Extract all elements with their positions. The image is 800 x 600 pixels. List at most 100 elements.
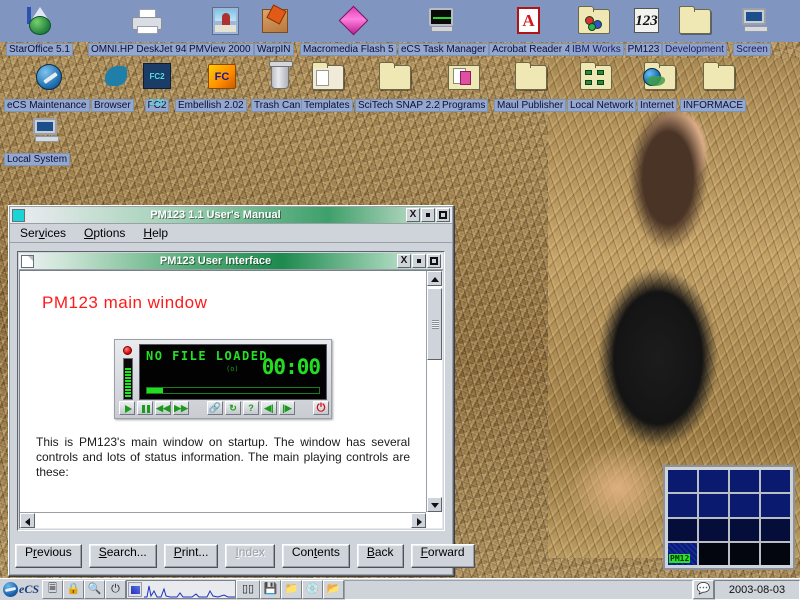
pager-grid: PM12 <box>668 470 790 565</box>
document-window-titlebar[interactable]: PM123 User Interface X <box>19 253 443 270</box>
pager-cell[interactable] <box>730 542 759 565</box>
desktop-icon-templates[interactable]: Templates <box>301 60 353 113</box>
shutdown-icon[interactable]: ⏻ <box>105 580 127 599</box>
pager-cell[interactable] <box>761 494 790 517</box>
pager-cell[interactable] <box>668 518 697 541</box>
vertical-scrollbar[interactable] <box>426 271 442 512</box>
system-menu-icon[interactable] <box>12 208 25 222</box>
shuffle-button[interactable]: ? <box>243 400 259 415</box>
previous-button[interactable]: Previous <box>15 544 82 568</box>
minimize-button[interactable] <box>412 254 426 268</box>
pager-cell[interactable] <box>730 518 759 541</box>
help-window[interactable]: PM123 1.1 User's Manual X Services Optio… <box>8 205 475 576</box>
ecs-start-button[interactable]: eCS <box>0 580 42 600</box>
scroll-left-button[interactable] <box>20 513 35 528</box>
close-button[interactable]: X <box>397 254 411 268</box>
desktop-icon-maul-publisher[interactable]: Maul Publisher <box>494 60 567 113</box>
contents-button[interactable]: Contents <box>281 544 350 568</box>
desktop-icon-ecs-maintenance[interactable]: eCS Maintenance <box>4 60 90 113</box>
desktop-icon-acrobat-reader[interactable]: Acrobat Reader 4 <box>489 4 574 57</box>
virtual-desktop-pager[interactable]: PM12 <box>663 465 795 570</box>
folder-icon <box>311 60 345 94</box>
net-drive-icon[interactable]: 📂 <box>323 580 345 599</box>
rewind-button[interactable]: ◀◀ <box>155 400 171 415</box>
desktop-icon-pmview[interactable]: PMView 2000 <box>186 4 254 57</box>
desktop-icon-pm123[interactable]: 123 PM123 <box>624 4 663 57</box>
next-track-button[interactable]: |▶ <box>279 400 295 415</box>
pager-cell[interactable] <box>668 470 697 493</box>
document-window[interactable]: PM123 User Interface X PM123 main window <box>17 251 445 531</box>
desktop-icon-staroffice[interactable]: StarOffice 5.1 <box>6 4 73 57</box>
minimize-button[interactable] <box>421 208 435 222</box>
vertical-scroll-thumb[interactable] <box>427 288 442 360</box>
window-list-icon[interactable]: 🗏 <box>42 580 64 599</box>
desktop-icon-macromedia-flash[interactable]: Macromedia Flash 5 <box>300 4 397 57</box>
desktop-icon-ibm-works[interactable]: IBM Works <box>569 4 624 57</box>
scroll-down-button[interactable] <box>427 497 442 512</box>
play-button[interactable] <box>119 400 135 415</box>
menu-item-options[interactable]: Options <box>84 226 125 240</box>
desktop-icon-internet[interactable]: Internet <box>637 60 677 113</box>
desktop-icon-embellish[interactable]: FC Embellish 2.02 <box>175 60 247 113</box>
back-button[interactable]: Back <box>356 544 404 568</box>
desktop-icon-local-network[interactable]: Local Network <box>567 60 637 113</box>
scroll-right-button[interactable] <box>411 513 426 528</box>
taskbar-clock[interactable]: 2003-08-03 <box>714 579 800 600</box>
search-button[interactable]: Search... <box>88 544 157 568</box>
pager-cell[interactable] <box>699 542 728 565</box>
pager-cell[interactable] <box>761 542 790 565</box>
desktop-icon-scitech-snap[interactable]: SciTech SNAP 2.2 <box>355 60 443 113</box>
desktop-icon-label: Browser <box>91 99 134 112</box>
playlist-button[interactable]: 🔗 <box>207 400 223 415</box>
pause-button[interactable] <box>137 400 153 415</box>
desktop-icon-local-system[interactable]: Local System <box>4 114 71 167</box>
lock-icon[interactable]: 🔒 <box>63 580 85 599</box>
horizontal-scrollbar[interactable] <box>20 512 426 528</box>
desktop-icon-informace[interactable]: INFORMACE <box>680 60 746 113</box>
desktop-icon-programs[interactable]: Programs <box>439 60 489 113</box>
previous-track-button[interactable]: ◀| <box>261 400 277 415</box>
keyboard-layout-icon[interactable]: ▯▯ <box>236 580 261 599</box>
forward-button[interactable]: Forward <box>410 544 475 568</box>
horizontal-scroll-track[interactable] <box>35 513 411 528</box>
desktop-icon-browser[interactable]: Browser <box>91 60 134 113</box>
pager-cell[interactable] <box>761 518 790 541</box>
taskbar-window-area[interactable] <box>344 579 693 600</box>
pager-cell[interactable] <box>761 470 790 493</box>
print-button[interactable]: Print... <box>163 544 219 568</box>
pager-cell-active[interactable]: PM12 <box>668 542 697 565</box>
cdrom-icon[interactable]: 💿 <box>302 580 324 599</box>
fast-forward-button[interactable]: ▶▶ <box>173 400 189 415</box>
desktop-icon-trash-can[interactable]: Trash Can <box>251 60 304 113</box>
drive-a-icon[interactable]: 💾 <box>260 580 282 599</box>
internet-globe-folder-icon <box>643 60 677 94</box>
repeat-button[interactable]: ↻ <box>225 400 241 415</box>
power-button[interactable]: ⏻ <box>313 400 329 415</box>
local-system-computer-icon <box>30 114 64 148</box>
scroll-up-button[interactable] <box>427 271 442 286</box>
info-notify-icon[interactable]: 💬 <box>693 580 714 599</box>
pager-cell[interactable] <box>699 518 728 541</box>
menu-item-services[interactable]: Services <box>20 226 66 240</box>
desktop-icon-ecs-task-manager[interactable]: eCS Task Manager <box>398 4 489 57</box>
menu-item-help[interactable]: Help <box>143 226 168 240</box>
desktop-icon-development[interactable]: Development <box>662 4 727 57</box>
find-icon[interactable]: 🔍 <box>84 580 106 599</box>
desktop-icon-fc2[interactable]: FC2 2.20 FC2 <box>140 60 174 113</box>
help-window-title: PM123 1.1 User's Manual <box>150 209 281 221</box>
document-icon[interactable] <box>21 254 34 268</box>
pager-cell[interactable] <box>699 494 728 517</box>
pager-cell[interactable] <box>699 470 728 493</box>
help-window-titlebar[interactable]: PM123 1.1 User's Manual X <box>10 207 452 224</box>
desktop-icon-warpin[interactable]: WarpIN <box>254 4 294 57</box>
desktop-icon-screen[interactable]: Screen <box>731 4 773 57</box>
pager-cell[interactable] <box>730 494 759 517</box>
maximize-button[interactable] <box>427 254 441 268</box>
maximize-button[interactable] <box>436 208 450 222</box>
ecs-logo-text: eCS <box>19 582 40 596</box>
drive-c-icon[interactable]: 📁 <box>281 580 303 599</box>
close-button[interactable]: X <box>406 208 420 222</box>
pager-cell[interactable] <box>730 470 759 493</box>
pager-cell[interactable] <box>668 494 697 517</box>
cpu-load-graph[interactable] <box>126 580 237 599</box>
